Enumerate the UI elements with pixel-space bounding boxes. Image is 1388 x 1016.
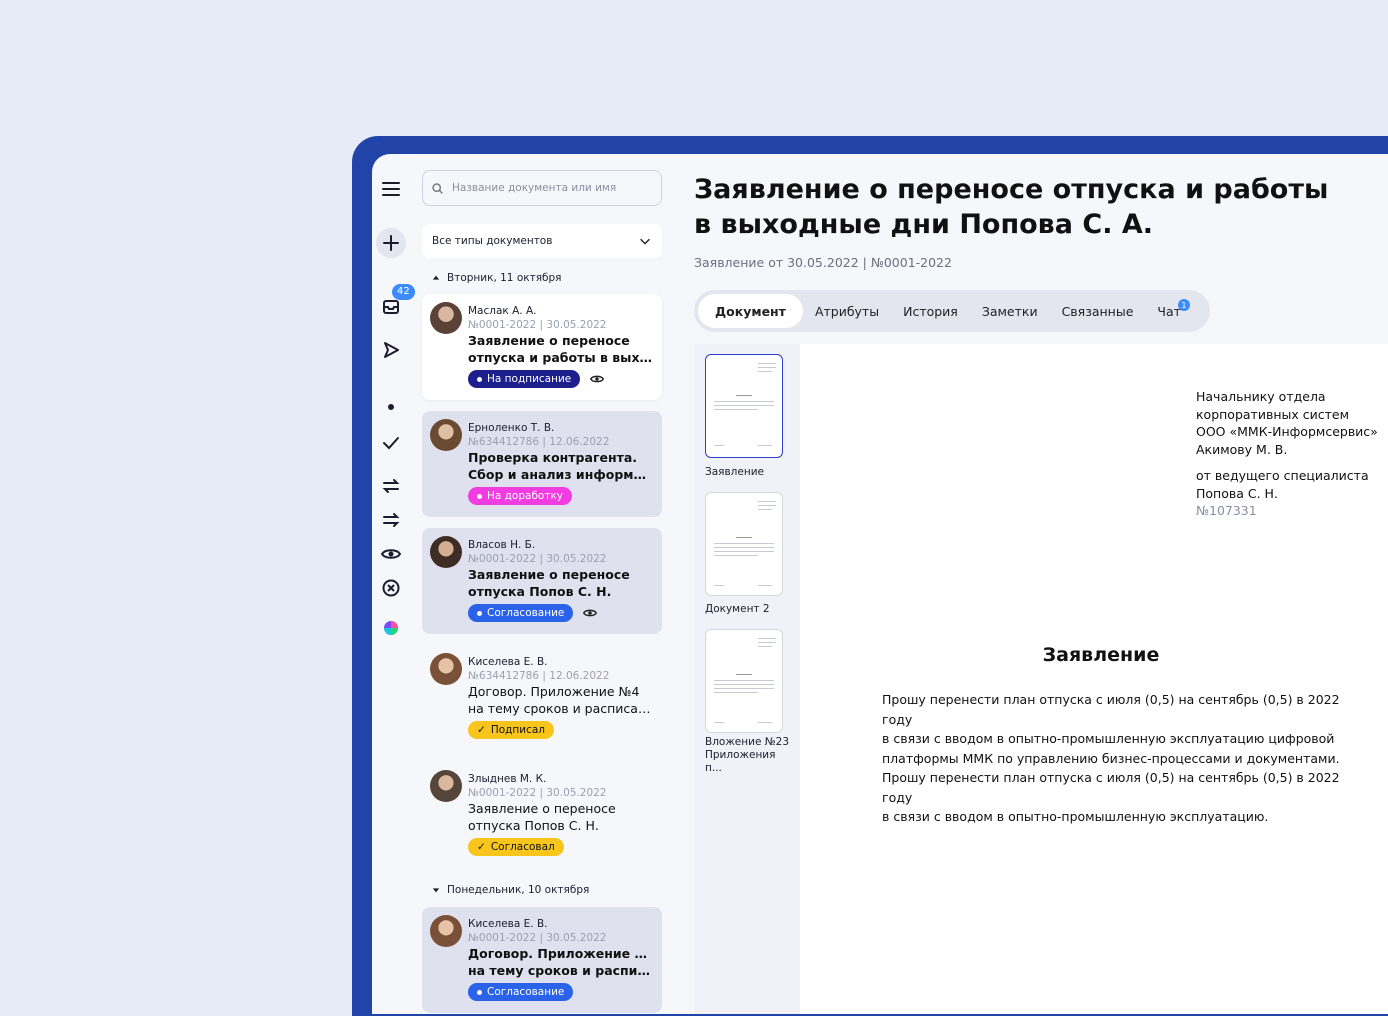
- eye-icon[interactable]: [590, 372, 605, 386]
- app-window: 42 Все типы докуме: [372, 154, 1388, 1014]
- list-item[interactable]: Маслак А. А. №0001-2022 | 30.05.2022 Зая…: [422, 294, 662, 400]
- tab-chat[interactable]: Чат 1: [1145, 294, 1193, 328]
- author-name: Маслак А. А.: [468, 305, 537, 317]
- author-name: Злыднев М. К.: [468, 773, 547, 785]
- document-title-line-1: Заявление о переносе: [468, 333, 630, 348]
- cancel-icon[interactable]: [378, 575, 404, 601]
- tab-document[interactable]: Документ: [698, 294, 803, 328]
- document-meta: №634412786 | 12.06.2022: [468, 670, 610, 682]
- document-title-line-2: Сбор и анализ информации: [468, 467, 654, 482]
- author-name: Ерноленко Т. В.: [468, 422, 555, 434]
- collapse-up-icon: [432, 275, 440, 280]
- document-title-line-1: Заявление о переносе: [468, 567, 630, 582]
- list-item[interactable]: Ерноленко Т. В. №634412786 | 12.06.2022 …: [422, 411, 662, 517]
- eye-icon[interactable]: [378, 541, 404, 567]
- status-badge: На подписание: [468, 370, 581, 388]
- list-item[interactable]: Киселева Е. В. №634412786 | 12.06.2022 Д…: [422, 645, 662, 751]
- status-badge: ✓ Согласовал: [468, 838, 564, 856]
- tab-history[interactable]: История: [891, 294, 970, 328]
- eye-icon[interactable]: [583, 606, 598, 620]
- chevron-down-icon: [640, 238, 650, 245]
- document-title-line-2: отпуска Попов С. Н.: [468, 818, 599, 833]
- thumbnail-label: Документ 2: [705, 603, 770, 615]
- document-title-line-1: Заявление о переносе: [468, 801, 616, 816]
- swap-icon[interactable]: [378, 473, 404, 499]
- document-type-value: Все типы документов: [432, 235, 553, 247]
- document-body: Прошу перенести план отпуска с июля (0,5…: [882, 692, 1340, 824]
- document-type-select[interactable]: Все типы документов: [422, 224, 662, 258]
- plus-icon: [383, 235, 399, 251]
- author-name: Власов Н. Б.: [468, 539, 536, 551]
- status-badge: ✓ Подписал: [468, 721, 554, 739]
- left-nav-rail: 42: [372, 154, 415, 1014]
- status-badge: Согласование: [468, 983, 574, 1001]
- document-view: Заявление о переносе отпуска и работы в …: [694, 154, 1388, 1014]
- thumbnail-page-3[interactable]: [705, 629, 783, 733]
- status-badge: На доработку: [468, 487, 573, 505]
- document-meta: №0001-2022 | 30.05.2022: [468, 553, 607, 565]
- group-header-monday[interactable]: Понедельник, 10 октября: [432, 884, 589, 896]
- page-thumbnails: Заявление Документ 2 Вложение №23 Прилож…: [694, 344, 800, 1014]
- author-name: Киселева Е. В.: [468, 918, 548, 930]
- menu-icon[interactable]: [378, 176, 404, 202]
- search-box[interactable]: [422, 170, 662, 206]
- avatar: [430, 915, 462, 947]
- document-meta: №0001-2022 | 30.05.2022: [468, 932, 607, 944]
- avatar: [430, 536, 462, 568]
- status-badge: Согласование: [468, 604, 574, 622]
- checkmark-icon: ✓: [477, 841, 486, 853]
- color-palette-icon[interactable]: [378, 615, 404, 641]
- document-title-line-2: на тему сроков и расписан...: [468, 963, 654, 978]
- document-meta: №634412786 | 12.06.2022: [468, 436, 610, 448]
- document-meta: №0001-2022 | 30.05.2022: [468, 787, 607, 799]
- list-item[interactable]: Злыднев М. К. №0001-2022 | 30.05.2022 За…: [422, 762, 662, 868]
- document-title-line-2: на тему сроков и расписан...: [468, 701, 654, 716]
- author-name: Киселева Е. В.: [468, 656, 548, 668]
- document-heading: Заявление: [1042, 644, 1160, 666]
- avatar: [430, 653, 462, 685]
- tab-related[interactable]: Связанные: [1050, 294, 1146, 328]
- list-item[interactable]: Киселева Е. В. №0001-2022 | 30.05.2022 Д…: [422, 907, 662, 1013]
- inbox-count-badge: 42: [392, 284, 415, 300]
- document-page: Начальнику отдела корпоративных систем О…: [800, 344, 1388, 1014]
- document-title-line-1: Проверка контрагента.: [468, 450, 638, 465]
- chat-unread-badge: 1: [1177, 299, 1190, 311]
- collapse-down-icon: [432, 888, 440, 893]
- document-list-panel: Все типы документов Вторник, 11 октября …: [420, 154, 664, 1014]
- document-subtitle: Заявление от 30.05.2022 | №0001-2022: [694, 255, 952, 270]
- thumbnail-page-2[interactable]: [705, 492, 783, 596]
- document-title-line-2: отпуска и работы в выход...: [468, 350, 654, 365]
- avatar: [430, 770, 462, 802]
- send-icon[interactable]: [378, 337, 404, 363]
- create-button[interactable]: [376, 228, 406, 258]
- document-title-line-2: отпуска Попов С. Н.: [468, 584, 612, 599]
- list-item[interactable]: Власов Н. Б. №0001-2022 | 30.05.2022 Зая…: [422, 528, 662, 634]
- document-title-line-1: Договор. Приложение №4: [468, 684, 640, 699]
- avatar: [430, 302, 462, 334]
- thumbnail-page-1[interactable]: [705, 354, 783, 458]
- search-icon: [432, 182, 443, 194]
- thumbnail-label: Вложение №23 Приложения п...: [705, 736, 790, 774]
- checkmark-icon: ✓: [477, 724, 486, 736]
- avatar: [430, 419, 462, 451]
- addressee-block: Начальнику отдела корпоративных систем О…: [1196, 389, 1378, 518]
- search-input[interactable]: [450, 181, 654, 195]
- page-title: Заявление о переносе отпуска и работы в …: [694, 174, 1329, 240]
- forward-icon[interactable]: [378, 507, 404, 533]
- document-meta: №0001-2022 | 30.05.2022: [468, 319, 607, 331]
- document-tabs: Документ Атрибуты История Заметки Связан…: [694, 290, 1210, 332]
- tab-attributes[interactable]: Атрибуты: [803, 294, 891, 328]
- tab-notes[interactable]: Заметки: [970, 294, 1050, 328]
- check-icon[interactable]: [378, 430, 404, 456]
- dot-icon[interactable]: [378, 394, 404, 420]
- document-title-line-1: Договор. Приложение №4: [468, 946, 654, 961]
- group-header-tuesday[interactable]: Вторник, 11 октября: [432, 272, 561, 284]
- thumbnail-label: Заявление: [705, 466, 764, 478]
